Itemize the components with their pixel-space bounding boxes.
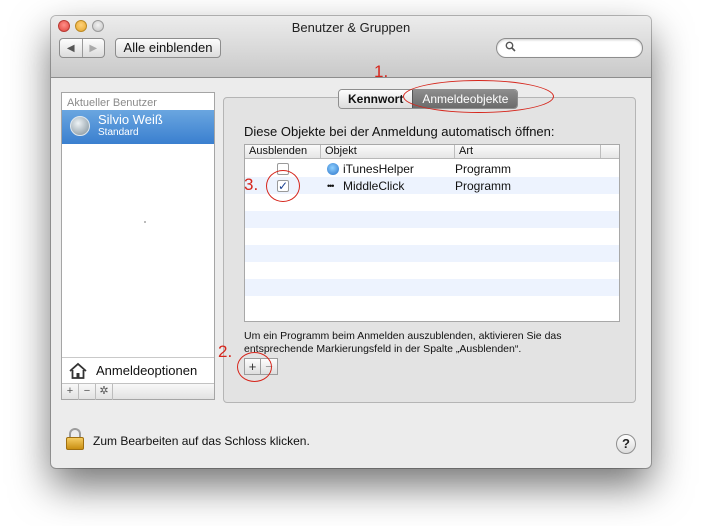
annotation-ring-checkbox xyxy=(266,170,300,202)
user-name: Silvio Weiß xyxy=(98,112,163,127)
avatar xyxy=(70,116,90,136)
table-row-empty xyxy=(245,296,619,313)
sidebar-item-current-user[interactable]: Silvio Weiß Standard xyxy=(62,110,214,144)
table-row-empty xyxy=(245,228,619,245)
user-role: Standard xyxy=(98,127,139,138)
lock-icon[interactable] xyxy=(66,428,84,450)
login-items-table: Ausblenden Objekt Art iTunesHelper Progr… xyxy=(244,144,620,322)
sidebar-toolbar: + − ✲ xyxy=(62,383,214,400)
window-title: Benutzer & Gruppen xyxy=(291,20,411,35)
table-row-empty xyxy=(245,245,619,262)
table-row-empty xyxy=(245,279,619,296)
show-all-button[interactable]: Alle einblenden xyxy=(115,38,221,58)
forward-icon[interactable]: ▶ xyxy=(81,39,105,57)
annotation-ring-add xyxy=(237,352,272,382)
column-header-kind[interactable]: Art xyxy=(455,145,601,158)
lock-hint-text: Zum Bearbeiten auf das Schloss klicken. xyxy=(93,434,310,448)
annotation-step-3: 3. xyxy=(244,175,259,194)
search-icon xyxy=(505,41,516,52)
current-user-heading: Aktueller Benutzer xyxy=(67,97,157,109)
table-row[interactable]: ✓ ••• MiddleClick Programm xyxy=(245,177,619,194)
title-bar: Benutzer & Gruppen ◀ ▶ Alle einblenden xyxy=(51,16,651,78)
tab-password[interactable]: Kennwort xyxy=(339,90,413,108)
item-name: MiddleClick xyxy=(343,178,405,193)
column-header-hide[interactable]: Ausblenden xyxy=(245,145,321,158)
table-row-empty xyxy=(245,211,619,228)
user-sidebar: Aktueller Benutzer Silvio Weiß Standard … xyxy=(61,92,215,400)
hide-hint-text: Um ein Programm beim Anmelden auszublend… xyxy=(244,330,562,355)
table-rows: iTunesHelper Programm ✓ ••• MiddleClick P… xyxy=(245,160,619,313)
column-header-item[interactable]: Objekt xyxy=(321,145,455,158)
search-field[interactable] xyxy=(496,38,643,58)
table-row-empty xyxy=(245,194,619,211)
back-icon[interactable]: ◀ xyxy=(60,39,82,57)
item-name: iTunesHelper xyxy=(343,161,414,176)
annotation-step-1: 1. xyxy=(374,62,389,81)
history-navigation: ◀ ▶ xyxy=(59,38,105,58)
sidebar-divider-dot xyxy=(144,221,146,223)
itunes-helper-icon xyxy=(327,162,339,175)
annotation-step-2: 2. xyxy=(218,342,233,361)
item-kind: Programm xyxy=(455,161,512,176)
help-button[interactable]: ? xyxy=(616,434,636,454)
remove-user-button[interactable]: − xyxy=(79,384,96,400)
home-icon xyxy=(69,362,87,379)
table-row[interactable]: iTunesHelper Programm xyxy=(245,160,619,177)
middleclick-icon: ••• xyxy=(327,180,334,191)
login-options-label: Anmeldeoptionen xyxy=(96,363,198,378)
table-header: Ausblenden Objekt Art xyxy=(245,145,619,159)
login-options-item[interactable]: Anmeldeoptionen xyxy=(62,357,214,383)
login-items-heading: Diese Objekte bei der Anmeldung automati… xyxy=(244,124,555,139)
add-user-button[interactable]: + xyxy=(62,384,79,400)
annotation-ring-tabs xyxy=(403,80,554,113)
table-row-empty xyxy=(245,262,619,279)
preferences-window: Benutzer & Gruppen ◀ ▶ Alle einblenden A… xyxy=(51,16,651,468)
item-kind: Programm xyxy=(455,178,512,193)
gear-icon[interactable]: ✲ xyxy=(96,384,113,400)
